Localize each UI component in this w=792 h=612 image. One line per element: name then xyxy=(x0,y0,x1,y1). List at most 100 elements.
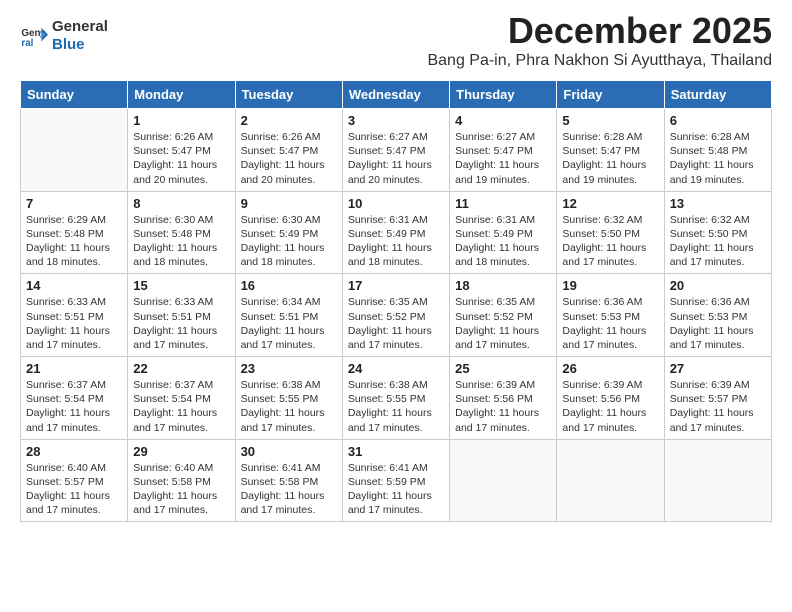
weekday-header: Monday xyxy=(128,81,235,109)
day-number: 28 xyxy=(26,444,122,459)
calendar-cell: 4 Sunrise: 6:27 AMSunset: 5:47 PMDaylight… xyxy=(450,109,557,192)
calendar-cell: 9 Sunrise: 6:30 AMSunset: 5:49 PMDaylight… xyxy=(235,191,342,274)
calendar-cell: 10 Sunrise: 6:31 AMSunset: 5:49 PMDayligh… xyxy=(342,191,449,274)
day-number: 13 xyxy=(670,196,766,211)
calendar-cell: 21 Sunrise: 6:37 AMSunset: 5:54 PMDayligh… xyxy=(21,357,128,440)
logo-general: General xyxy=(52,18,108,35)
day-number: 20 xyxy=(670,278,766,293)
day-number: 21 xyxy=(26,361,122,376)
day-number: 12 xyxy=(562,196,658,211)
day-info: Sunrise: 6:33 AMSunset: 5:51 PMDaylight:… xyxy=(26,295,122,352)
calendar-cell: 24 Sunrise: 6:38 AMSunset: 5:55 PMDayligh… xyxy=(342,357,449,440)
calendar-header: December 2025 Bang Pa-in, Phra Nakhon Si… xyxy=(108,10,772,78)
calendar-cell: 5Sunrise: 6:28 AMSunset: 5:47 PMDaylight… xyxy=(557,109,664,192)
day-number: 10 xyxy=(348,196,444,211)
calendar-cell: 27 Sunrise: 6:39 AMSunset: 5:57 PMDayligh… xyxy=(664,357,771,440)
day-info: Sunrise: 6:36 AMSunset: 5:53 PMDaylight:… xyxy=(562,295,658,352)
day-number: 16 xyxy=(241,278,337,293)
calendar-cell: 26 Sunrise: 6:39 AMSunset: 5:56 PMDayligh… xyxy=(557,357,664,440)
calendar-cell xyxy=(557,439,664,522)
day-info: Sunrise: 6:34 AMSunset: 5:51 PMDaylight:… xyxy=(241,295,337,352)
day-info: Sunrise: 6:39 AMSunset: 5:56 PMDaylight:… xyxy=(562,378,658,435)
weekday-header: Tuesday xyxy=(235,81,342,109)
day-info: Sunrise: 6:31 AMSunset: 5:49 PMDaylight:… xyxy=(455,213,551,270)
day-number: 31 xyxy=(348,444,444,459)
day-number: 19 xyxy=(562,278,658,293)
location-title: Bang Pa-in, Phra Nakhon Si Ayutthaya, Th… xyxy=(108,52,772,70)
logo-blue: Blue xyxy=(52,36,85,53)
calendar-cell: 2 Sunrise: 6:26 AMSunset: 5:47 PMDaylight… xyxy=(235,109,342,192)
day-number: 1 xyxy=(133,113,229,128)
calendar-cell: 20 Sunrise: 6:36 AMSunset: 5:53 PMDayligh… xyxy=(664,274,771,357)
weekday-header: Friday xyxy=(557,81,664,109)
day-number: 29 xyxy=(133,444,229,459)
logo-icon: Gene ral xyxy=(20,22,48,50)
day-number: 30 xyxy=(241,444,337,459)
day-number: 26 xyxy=(562,361,658,376)
svg-text:ral: ral xyxy=(21,38,33,49)
calendar-cell: 3Sunrise: 6:27 AMSunset: 5:47 PMDaylight… xyxy=(342,109,449,192)
day-info: Sunrise: 6:35 AMSunset: 5:52 PMDaylight:… xyxy=(455,295,551,352)
calendar-cell xyxy=(450,439,557,522)
calendar-cell: 15Sunrise: 6:33 AMSunset: 5:51 PMDayligh… xyxy=(128,274,235,357)
day-number: 24 xyxy=(348,361,444,376)
calendar-cell: 28 Sunrise: 6:40 AMSunset: 5:57 PMDayligh… xyxy=(21,439,128,522)
calendar-cell: 8 Sunrise: 6:30 AMSunset: 5:48 PMDaylight… xyxy=(128,191,235,274)
day-number: 5 xyxy=(562,113,658,128)
calendar-cell: 12 Sunrise: 6:32 AMSunset: 5:50 PMDayligh… xyxy=(557,191,664,274)
calendar-cell: 25 Sunrise: 6:39 AMSunset: 5:56 PMDayligh… xyxy=(450,357,557,440)
day-info: Sunrise: 6:26 AMSunset: 5:47 PMDaylight:… xyxy=(241,130,337,187)
calendar-cell: 29 Sunrise: 6:40 AMSunset: 5:58 PMDayligh… xyxy=(128,439,235,522)
calendar-cell: 7 Sunrise: 6:29 AMSunset: 5:48 PMDaylight… xyxy=(21,191,128,274)
logo: Gene ral General Blue xyxy=(20,10,108,54)
day-number: 8 xyxy=(133,196,229,211)
day-number: 6 xyxy=(670,113,766,128)
month-title: December 2025 xyxy=(108,10,772,52)
day-info: Sunrise: 6:38 AMSunset: 5:55 PMDaylight:… xyxy=(241,378,337,435)
day-info: Sunrise: 6:27 AMSunset: 5:47 PMDaylight:… xyxy=(455,130,551,187)
day-number: 9 xyxy=(241,196,337,211)
day-number: 11 xyxy=(455,196,551,211)
day-number: 2 xyxy=(241,113,337,128)
calendar-cell: 14 Sunrise: 6:33 AMSunset: 5:51 PMDayligh… xyxy=(21,274,128,357)
day-info: Sunrise: 6:36 AMSunset: 5:53 PMDaylight:… xyxy=(670,295,766,352)
day-number: 4 xyxy=(455,113,551,128)
day-info: Sunrise: 6:38 AMSunset: 5:55 PMDaylight:… xyxy=(348,378,444,435)
calendar-cell: 18Sunrise: 6:35 AMSunset: 5:52 PMDayligh… xyxy=(450,274,557,357)
day-info: Sunrise: 6:31 AMSunset: 5:49 PMDaylight:… xyxy=(348,213,444,270)
day-number: 17 xyxy=(348,278,444,293)
day-info: Sunrise: 6:39 AMSunset: 5:56 PMDaylight:… xyxy=(455,378,551,435)
day-info: Sunrise: 6:30 AMSunset: 5:49 PMDaylight:… xyxy=(241,213,337,270)
day-info: Sunrise: 6:26 AMSunset: 5:47 PMDaylight:… xyxy=(133,130,229,187)
day-number: 27 xyxy=(670,361,766,376)
calendar-cell: 30 Sunrise: 6:41 AMSunset: 5:58 PMDayligh… xyxy=(235,439,342,522)
day-info: Sunrise: 6:32 AMSunset: 5:50 PMDaylight:… xyxy=(562,213,658,270)
day-info: Sunrise: 6:39 AMSunset: 5:57 PMDaylight:… xyxy=(670,378,766,435)
day-info: Sunrise: 6:40 AMSunset: 5:57 PMDaylight:… xyxy=(26,461,122,518)
day-info: Sunrise: 6:37 AMSunset: 5:54 PMDaylight:… xyxy=(133,378,229,435)
calendar-cell: 31Sunrise: 6:41 AMSunset: 5:59 PMDayligh… xyxy=(342,439,449,522)
day-number: 25 xyxy=(455,361,551,376)
day-info: Sunrise: 6:28 AMSunset: 5:48 PMDaylight:… xyxy=(670,130,766,187)
day-number: 23 xyxy=(241,361,337,376)
day-info: Sunrise: 6:40 AMSunset: 5:58 PMDaylight:… xyxy=(133,461,229,518)
calendar-cell: 1 Sunrise: 6:26 AMSunset: 5:47 PMDaylight… xyxy=(128,109,235,192)
day-number: 22 xyxy=(133,361,229,376)
day-info: Sunrise: 6:37 AMSunset: 5:54 PMDaylight:… xyxy=(26,378,122,435)
calendar-cell: 13Sunrise: 6:32 AMSunset: 5:50 PMDayligh… xyxy=(664,191,771,274)
day-info: Sunrise: 6:41 AMSunset: 5:58 PMDaylight:… xyxy=(241,461,337,518)
day-number: 7 xyxy=(26,196,122,211)
calendar-table: SundayMondayTuesdayWednesdayThursdayFrid… xyxy=(20,80,772,522)
day-info: Sunrise: 6:35 AMSunset: 5:52 PMDaylight:… xyxy=(348,295,444,352)
calendar-cell: 16 Sunrise: 6:34 AMSunset: 5:51 PMDayligh… xyxy=(235,274,342,357)
weekday-header: Thursday xyxy=(450,81,557,109)
weekday-header: Saturday xyxy=(664,81,771,109)
calendar-cell: 6 Sunrise: 6:28 AMSunset: 5:48 PMDaylight… xyxy=(664,109,771,192)
day-info: Sunrise: 6:29 AMSunset: 5:48 PMDaylight:… xyxy=(26,213,122,270)
weekday-header: Wednesday xyxy=(342,81,449,109)
calendar-cell: 23 Sunrise: 6:38 AMSunset: 5:55 PMDayligh… xyxy=(235,357,342,440)
day-number: 15 xyxy=(133,278,229,293)
day-number: 14 xyxy=(26,278,122,293)
day-info: Sunrise: 6:30 AMSunset: 5:48 PMDaylight:… xyxy=(133,213,229,270)
calendar-cell: 17 Sunrise: 6:35 AMSunset: 5:52 PMDayligh… xyxy=(342,274,449,357)
